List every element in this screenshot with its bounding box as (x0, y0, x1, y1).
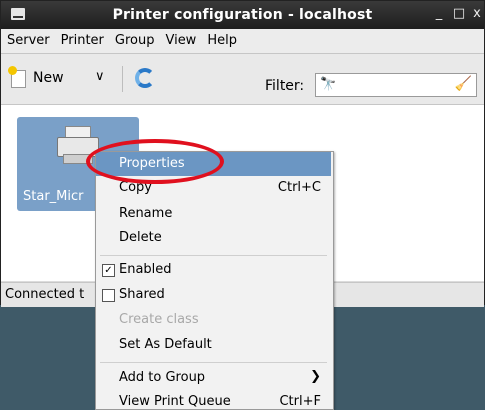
menu-view[interactable]: View (159, 29, 201, 48)
menu-item-enabled[interactable]: ✓ Enabled (96, 258, 331, 282)
clear-brush-icon[interactable]: 🧹 (455, 76, 472, 92)
toolbar-separator (122, 66, 123, 92)
menu-item-shortcut: Ctrl+C (277, 180, 321, 195)
menu-separator (100, 255, 327, 256)
menu-item-label: View Print Queue (119, 394, 231, 409)
context-menu: Properties Copy Ctrl+C Rename Delete ✓ E… (95, 151, 334, 410)
menu-help[interactable]: Help (201, 29, 242, 48)
menu-item-shortcut: Ctrl+F (279, 394, 321, 409)
chevron-down-icon[interactable]: ∨ (95, 69, 105, 84)
menu-item-label: Rename (119, 206, 173, 221)
close-button[interactable]: x (469, 6, 485, 22)
new-document-icon (8, 66, 26, 88)
menu-bar: Server Printer Group View Help (1, 29, 484, 54)
filter-label: Filter: (265, 78, 305, 94)
menu-item-label: Set As Default (119, 337, 212, 352)
new-button-label: New (33, 70, 64, 86)
menu-printer[interactable]: Printer (55, 29, 109, 48)
menu-item-add-to-group[interactable]: Add to Group ❯ (96, 366, 331, 390)
filter-input[interactable]: 🔭 🧹 (315, 73, 477, 97)
menu-separator (100, 362, 327, 363)
checkbox-unchecked-icon (102, 289, 115, 302)
menu-item-shared[interactable]: Shared (96, 283, 331, 307)
menu-item-rename[interactable]: Rename (96, 202, 331, 226)
menu-item-label: Create class (119, 312, 199, 327)
maximize-button[interactable]: □ (451, 6, 467, 22)
chevron-right-icon: ❯ (310, 369, 321, 384)
printer-name: Star_Micr (23, 189, 84, 204)
status-text: Connected t (5, 287, 85, 302)
menu-item-label: Shared (119, 287, 165, 302)
menu-item-label: Add to Group (119, 370, 206, 385)
menu-item-label: Enabled (119, 262, 172, 277)
checkbox-checked-icon: ✓ (102, 264, 115, 277)
highlight-annotation-oval (86, 139, 224, 184)
binoculars-icon: 🔭 (320, 77, 337, 92)
new-button[interactable]: New ∨ (8, 64, 115, 92)
toolbar: New ∨ Filter: 🔭 🧹 (1, 54, 484, 105)
menu-group[interactable]: Group (109, 29, 160, 48)
menu-item-set-as-default[interactable]: Set As Default (96, 333, 331, 357)
title-bar[interactable]: Printer configuration - localhost _ □ x (1, 1, 484, 29)
menu-item-label: Delete (119, 230, 162, 245)
menu-item-create-class: Create class (96, 308, 331, 332)
window-title: Printer configuration - localhost (112, 7, 373, 23)
menu-item-delete[interactable]: Delete (96, 226, 331, 250)
menu-server[interactable]: Server (1, 29, 55, 48)
menu-item-view-print-queue[interactable]: View Print Queue Ctrl+F (96, 390, 331, 409)
refresh-icon[interactable] (135, 68, 155, 88)
minimize-button[interactable]: _ (431, 6, 447, 22)
